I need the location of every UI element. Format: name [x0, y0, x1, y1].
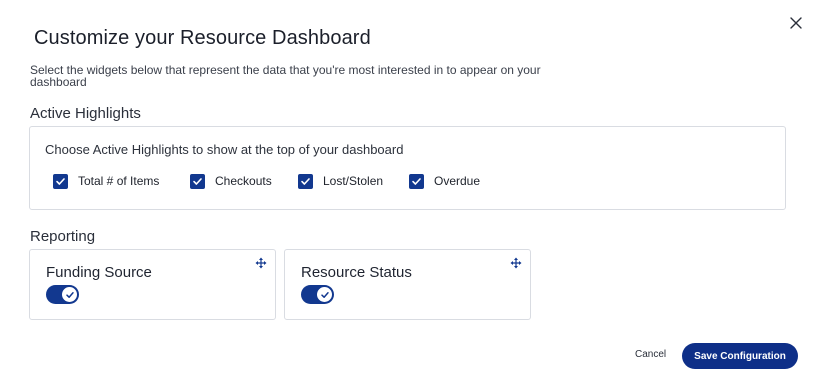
close-button[interactable]: [786, 13, 806, 33]
checkbox-overdue[interactable]: Overdue: [409, 172, 480, 190]
reporting-heading: Reporting: [30, 228, 96, 245]
move-icon[interactable]: [510, 257, 522, 269]
widget-toggle[interactable]: [46, 285, 79, 304]
widget-funding-source: Funding Source: [29, 249, 276, 320]
checkbox-checked-icon: [409, 173, 424, 189]
checkbox-total-items[interactable]: Total # of Items: [53, 172, 159, 190]
move-icon[interactable]: [255, 257, 267, 269]
checkbox-lost-stolen[interactable]: Lost/Stolen: [298, 172, 383, 190]
toggle-check-icon: [317, 287, 332, 302]
dialog-subtitle: Select the widgets below that represent …: [30, 63, 541, 89]
widget-toggle[interactable]: [301, 285, 334, 304]
checkbox-label: Overdue: [434, 174, 481, 188]
active-highlights-panel: Choose Active Highlights to show at the …: [29, 126, 786, 210]
checkbox-checked-icon: [190, 173, 205, 189]
toggle-check-icon: [62, 287, 77, 302]
widget-title: Resource Status: [301, 264, 412, 281]
checkbox-checkouts[interactable]: Checkouts: [190, 172, 272, 190]
checkbox-label: Checkouts: [215, 174, 272, 188]
widget-title: Funding Source: [46, 264, 152, 281]
checkbox-label: Lost/Stolen: [323, 174, 384, 188]
checkbox-label: Total # of Items: [78, 174, 160, 188]
active-highlights-heading: Active Highlights: [30, 105, 141, 122]
close-icon: [790, 17, 802, 29]
checkbox-checked-icon: [298, 173, 313, 189]
cancel-button[interactable]: Cancel: [635, 349, 666, 360]
dialog-title: Customize your Resource Dashboard: [34, 27, 371, 49]
checkbox-checked-icon: [53, 173, 68, 189]
active-highlights-instruction: Choose Active Highlights to show at the …: [45, 142, 404, 157]
customize-dashboard-dialog: Customize your Resource Dashboard Select…: [0, 0, 818, 387]
save-configuration-button[interactable]: Save Configuration: [682, 343, 798, 369]
widget-resource-status: Resource Status: [284, 249, 531, 320]
